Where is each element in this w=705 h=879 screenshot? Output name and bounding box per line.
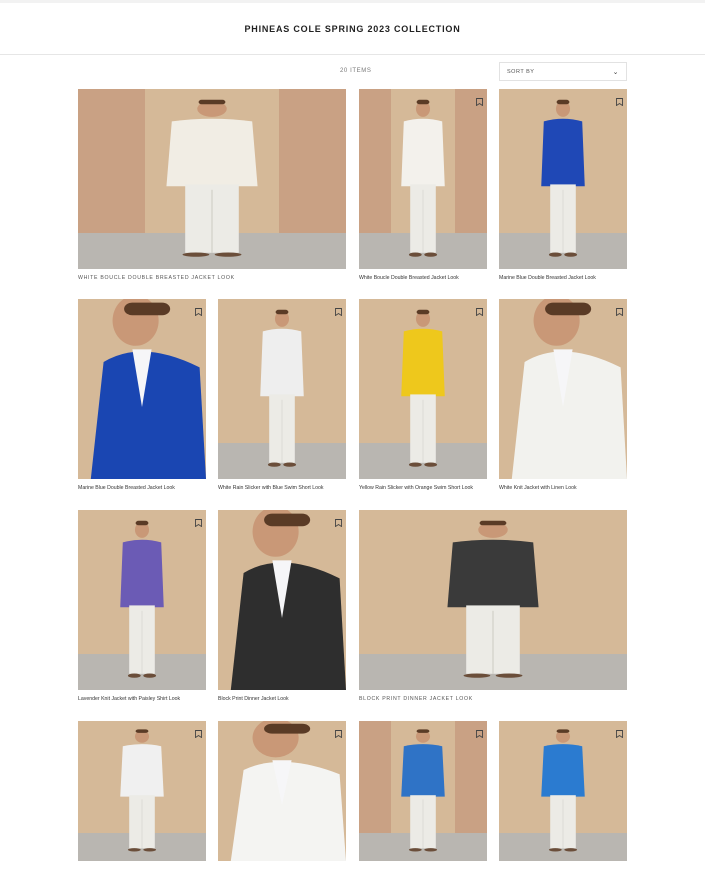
bookmark-icon[interactable] xyxy=(335,725,342,739)
product-card[interactable] xyxy=(359,721,487,879)
bookmark-icon[interactable] xyxy=(195,725,202,739)
product-title[interactable]: Marine Blue Double Breasted Jacket Look xyxy=(78,485,175,491)
product-card[interactable]: Block Print Dinner Jacket Look xyxy=(218,510,346,708)
page-header: PHINEAS COLE SPRING 2023 COLLECTION xyxy=(0,3,705,55)
bookmark-icon[interactable] xyxy=(335,303,342,317)
product-image[interactable] xyxy=(359,89,487,269)
product-title[interactable]: Yellow Rain Slicker with Orange Swim Sho… xyxy=(359,485,473,491)
product-image[interactable] xyxy=(218,299,346,479)
product-title[interactable]: White Knit Jacket with Linen Look xyxy=(499,485,577,491)
product-image[interactable] xyxy=(359,299,487,479)
product-image[interactable] xyxy=(218,721,346,861)
product-title[interactable]: Block Print Dinner Jacket Look xyxy=(218,696,289,702)
bookmark-icon[interactable] xyxy=(476,93,483,107)
product-card[interactable]: White Boucle Double Breasted Jacket Look xyxy=(359,89,487,287)
item-count: 20 ITEMS xyxy=(340,68,372,74)
bookmark-icon[interactable] xyxy=(476,725,483,739)
bookmark-icon[interactable] xyxy=(616,93,623,107)
sort-dropdown[interactable]: SORT BY ⌄ xyxy=(499,62,627,81)
product-card[interactable]: Marine Blue Double Breasted Jacket Look xyxy=(499,89,627,287)
product-image[interactable] xyxy=(499,721,627,861)
product-image[interactable] xyxy=(499,89,627,269)
product-title[interactable]: Marine Blue Double Breasted Jacket Look xyxy=(499,275,596,281)
product-card[interactable]: White Knit Jacket with Linen Look xyxy=(499,299,627,497)
product-title[interactable]: WHITE BOUCLE DOUBLE BREASTED JACKET LOOK xyxy=(78,275,235,281)
product-card[interactable]: White Rain Slicker with Blue Swim Short … xyxy=(218,299,346,497)
product-image[interactable] xyxy=(218,510,346,690)
bookmark-icon[interactable] xyxy=(195,303,202,317)
bookmark-icon[interactable] xyxy=(616,303,623,317)
product-title[interactable]: White Boucle Double Breasted Jacket Look xyxy=(359,275,459,281)
product-image[interactable] xyxy=(78,721,206,861)
chevron-down-icon: ⌄ xyxy=(612,68,619,76)
product-card[interactable]: WHITE BOUCLE DOUBLE BREASTED JACKET LOOK xyxy=(78,89,346,287)
product-card[interactable] xyxy=(499,721,627,879)
product-card[interactable] xyxy=(218,721,346,879)
product-card[interactable]: BLOCK PRINT DINNER JACKET LOOK xyxy=(359,510,627,708)
product-card[interactable] xyxy=(78,721,206,879)
page-title: PHINEAS COLE SPRING 2023 COLLECTION xyxy=(244,23,461,34)
product-card[interactable]: Lavender Knit Jacket with Paisley Shirt … xyxy=(78,510,206,708)
product-image[interactable] xyxy=(499,299,627,479)
product-image[interactable] xyxy=(359,721,487,861)
product-title[interactable]: BLOCK PRINT DINNER JACKET LOOK xyxy=(359,696,473,702)
bookmark-icon[interactable] xyxy=(195,514,202,528)
bookmark-icon[interactable] xyxy=(476,303,483,317)
sort-label: SORT BY xyxy=(507,68,535,75)
product-title[interactable]: Lavender Knit Jacket with Paisley Shirt … xyxy=(78,696,180,702)
product-title[interactable]: White Rain Slicker with Blue Swim Short … xyxy=(218,485,324,491)
bookmark-icon[interactable] xyxy=(335,514,342,528)
product-image[interactable] xyxy=(359,510,627,690)
product-image[interactable] xyxy=(78,510,206,690)
product-image[interactable] xyxy=(78,299,206,479)
product-card[interactable]: Yellow Rain Slicker with Orange Swim Sho… xyxy=(359,299,487,497)
product-image[interactable] xyxy=(78,89,346,269)
bookmark-icon[interactable] xyxy=(616,725,623,739)
product-card[interactable]: Marine Blue Double Breasted Jacket Look xyxy=(78,299,206,497)
